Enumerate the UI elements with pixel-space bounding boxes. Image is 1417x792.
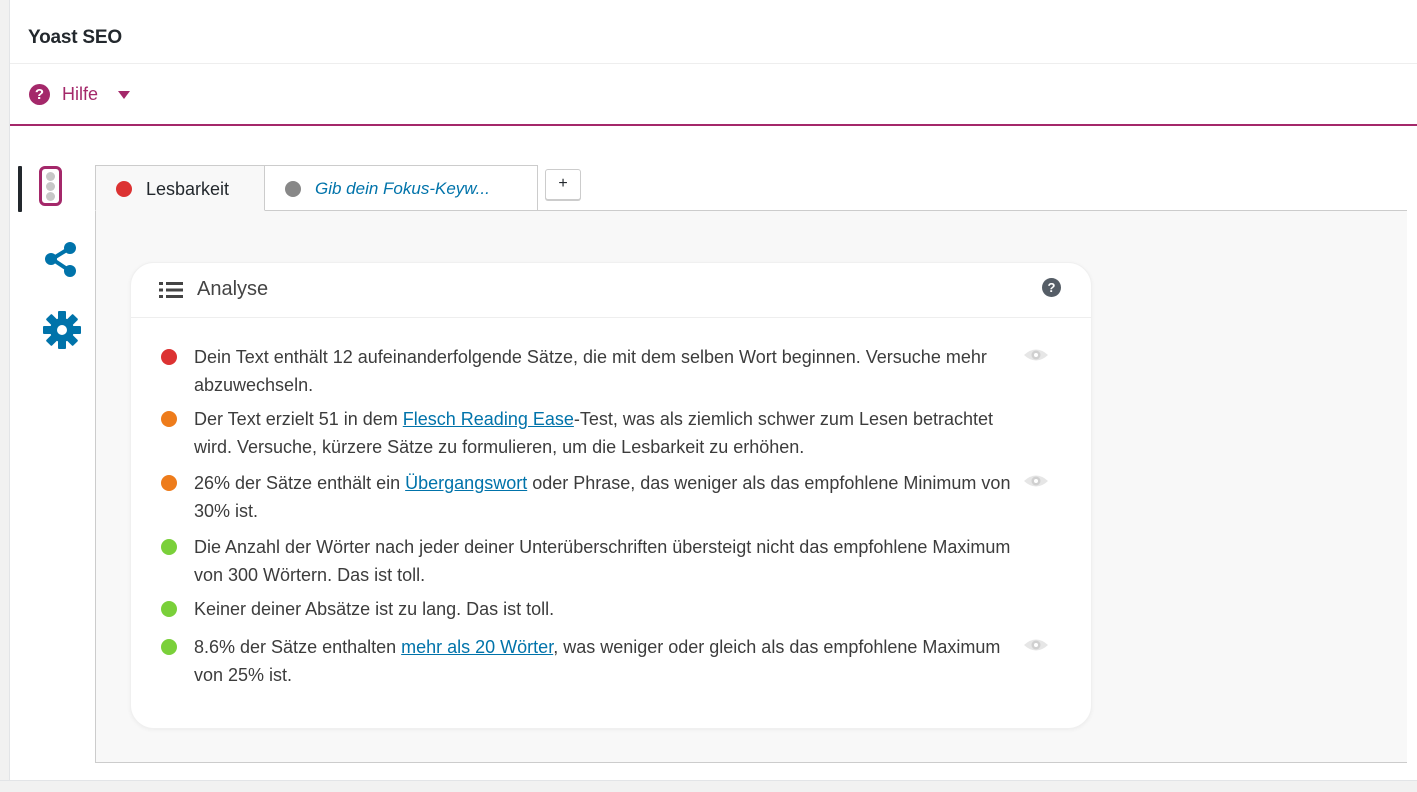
status-bullet-icon <box>161 539 177 555</box>
side-nav <box>18 166 81 366</box>
page-bottom-edge <box>0 780 1417 792</box>
caret-down-icon[interactable] <box>118 91 130 99</box>
status-bullet-icon <box>161 349 177 365</box>
status-bullet-icon <box>161 411 177 427</box>
nav-active-indicator <box>18 166 22 212</box>
add-keyword-tab-button[interactable]: + <box>545 169 581 200</box>
status-bullet-icon <box>161 639 177 655</box>
analysis-card: Analyse ? Dein Text enthält 12 aufeinand… <box>130 262 1092 729</box>
eye-icon[interactable] <box>1023 637 1049 653</box>
status-bullet-icon <box>161 475 177 491</box>
share-icon[interactable] <box>42 240 82 280</box>
eye-icon[interactable] <box>1023 347 1049 363</box>
question-circle-icon[interactable]: ? <box>29 84 50 105</box>
help-label[interactable]: Hilfe <box>62 84 98 105</box>
analysis-title: Analyse <box>197 278 269 300</box>
analysis-result-text: 8.6% der Sätze enthalten mehr als 20 Wör… <box>194 637 1001 685</box>
analysis-result-text: Dein Text enthält 12 aufeinanderfolgende… <box>194 347 987 395</box>
help-question-icon[interactable]: ? <box>1042 278 1061 297</box>
status-bullet-icon <box>161 601 177 617</box>
help-toggle[interactable]: ? Hilfe <box>10 64 1417 126</box>
eye-icon[interactable] <box>1023 473 1049 489</box>
result-info-link[interactable]: Flesch Reading Ease <box>403 409 574 429</box>
tab-focus-keyword[interactable]: Gib dein Fokus-Keyw... <box>264 165 538 211</box>
result-info-link[interactable]: Übergangswort <box>405 473 527 493</box>
status-bullet-icon <box>285 181 301 197</box>
analysis-result-text: Der Text erzielt 51 in dem Flesch Readin… <box>194 409 994 457</box>
readability-traffic-light-icon[interactable] <box>39 166 62 206</box>
status-bullet-icon <box>116 181 132 197</box>
page-left-edge <box>0 0 10 791</box>
result-info-link[interactable]: mehr als 20 Wörter <box>401 637 553 657</box>
tab-label: Gib dein Fokus-Keyw... <box>315 179 490 198</box>
analysis-header: Analyse ? <box>131 263 1091 318</box>
gear-icon[interactable] <box>42 310 82 350</box>
metabox-header[interactable]: Yoast SEO <box>10 0 1417 64</box>
tab-label: Lesbarkeit <box>146 179 230 199</box>
analysis-result-text: 26% der Sätze enthält ein Übergangswort … <box>194 473 1011 521</box>
metabox-title: Yoast SEO <box>28 27 122 48</box>
analysis-result-text: Die Anzahl der Wörter nach jeder deiner … <box>194 537 1011 585</box>
tab-readability[interactable]: Lesbarkeit <box>95 165 265 211</box>
analysis-result-text: Keiner deiner Absätze ist zu lang. Das i… <box>194 599 555 619</box>
list-icon <box>159 282 183 298</box>
